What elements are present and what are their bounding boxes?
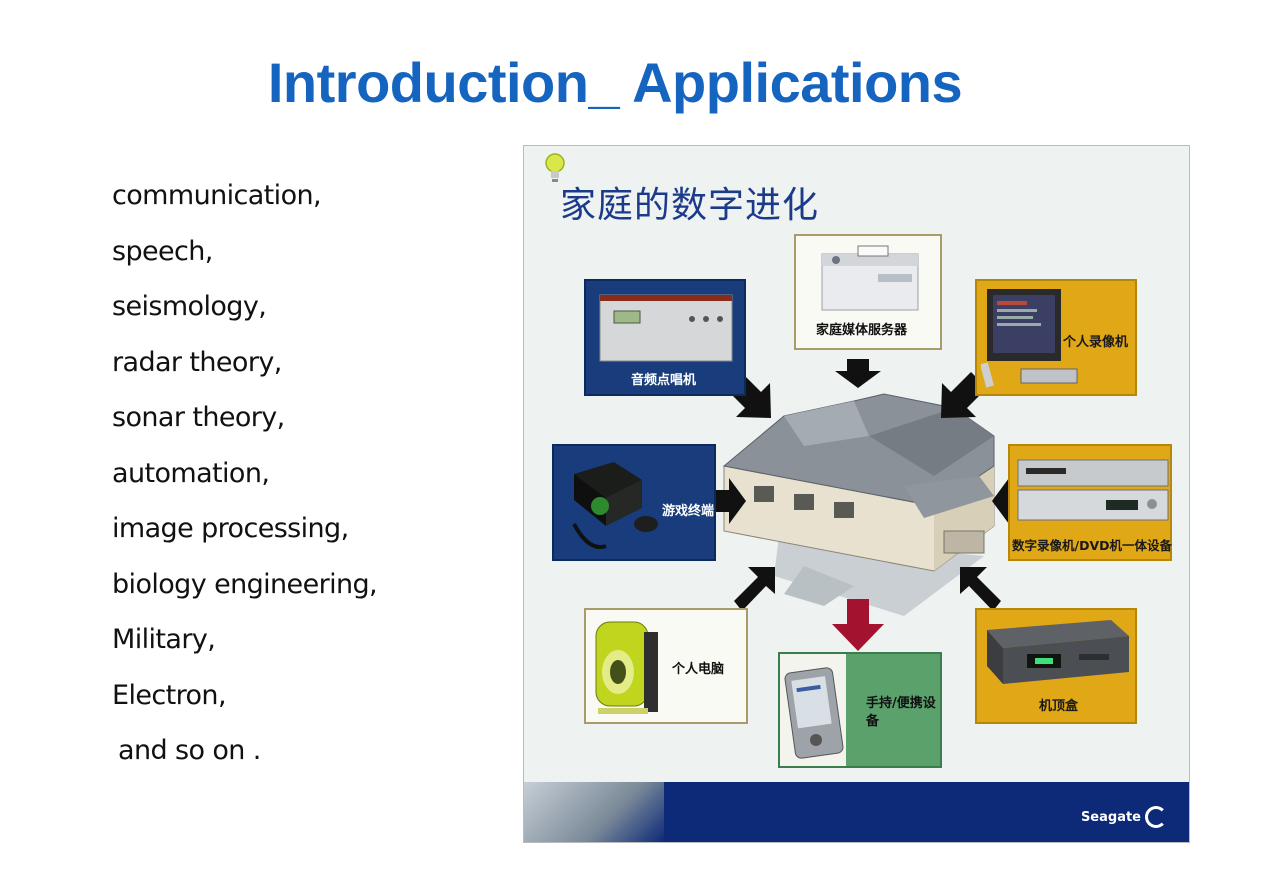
card-personal-recorder: 个人录像机 bbox=[975, 279, 1137, 396]
hard-disk-graphic bbox=[524, 782, 664, 842]
card-handheld-device: 手持/便携设 备 bbox=[778, 652, 942, 768]
list-item: Electron, bbox=[112, 679, 227, 711]
card-label: 家庭媒体服务器 bbox=[816, 323, 908, 338]
card-personal-computer: 个人电脑 bbox=[584, 608, 748, 724]
card-label: 个人录像机 bbox=[1063, 335, 1129, 350]
list-item: radar theory, bbox=[112, 346, 282, 378]
card-game-console: 游戏终端 bbox=[552, 444, 716, 561]
card-label: 个人电脑 bbox=[672, 662, 725, 677]
card-label: 备 bbox=[866, 714, 880, 729]
card-label: 手持/便携设 bbox=[866, 696, 936, 711]
applications-list: communication, speech, seismology, radar… bbox=[112, 168, 378, 779]
list-item: communication, bbox=[112, 180, 322, 211]
card-label: 游戏终端 bbox=[662, 504, 715, 519]
list-item: and so on . bbox=[118, 735, 261, 766]
image-heading: 家庭的数字进化 bbox=[560, 185, 820, 226]
list-item: image processing, bbox=[112, 513, 349, 544]
list-item: speech, bbox=[112, 235, 213, 267]
card-label: 数字录像机/DVD机一体设备 bbox=[1012, 538, 1172, 553]
brand-name: Seagate bbox=[1080, 809, 1141, 825]
card-set-top-box: 机顶盒 bbox=[975, 608, 1137, 724]
settop-photo bbox=[987, 620, 1129, 684]
list-item: sonar theory, bbox=[112, 402, 285, 433]
pc-photo bbox=[595, 621, 658, 714]
card-audio-jukebox: 音频点唱机 bbox=[584, 279, 746, 396]
jukebox-photo bbox=[599, 294, 733, 362]
dvr-photo bbox=[1017, 459, 1169, 521]
server-photo bbox=[821, 245, 919, 311]
list-item: Military, bbox=[112, 624, 216, 655]
pda-photo bbox=[784, 667, 844, 759]
list-item: seismology, bbox=[112, 291, 267, 322]
card-media-server: 家庭媒体服务器 bbox=[794, 234, 942, 350]
slide-title: Introduction_ Applications bbox=[267, 51, 963, 114]
list-item: biology engineering, bbox=[112, 568, 378, 600]
card-dvr-dvd: 数字录像机/DVD机一体设备 bbox=[1008, 444, 1172, 561]
digital-home-image: 家庭的数字进化 家庭媒体服务器 音频点唱机 个人录像机 游戏终端 数字录像机/D… bbox=[523, 145, 1190, 843]
seagate-logo-icon bbox=[1145, 806, 1167, 828]
console-photo bbox=[572, 462, 658, 549]
seagate-logo: Seagate bbox=[1081, 806, 1167, 828]
list-item: automation, bbox=[112, 457, 270, 489]
card-label: 机顶盒 bbox=[1039, 699, 1079, 714]
card-label: 音频点唱机 bbox=[631, 373, 697, 388]
